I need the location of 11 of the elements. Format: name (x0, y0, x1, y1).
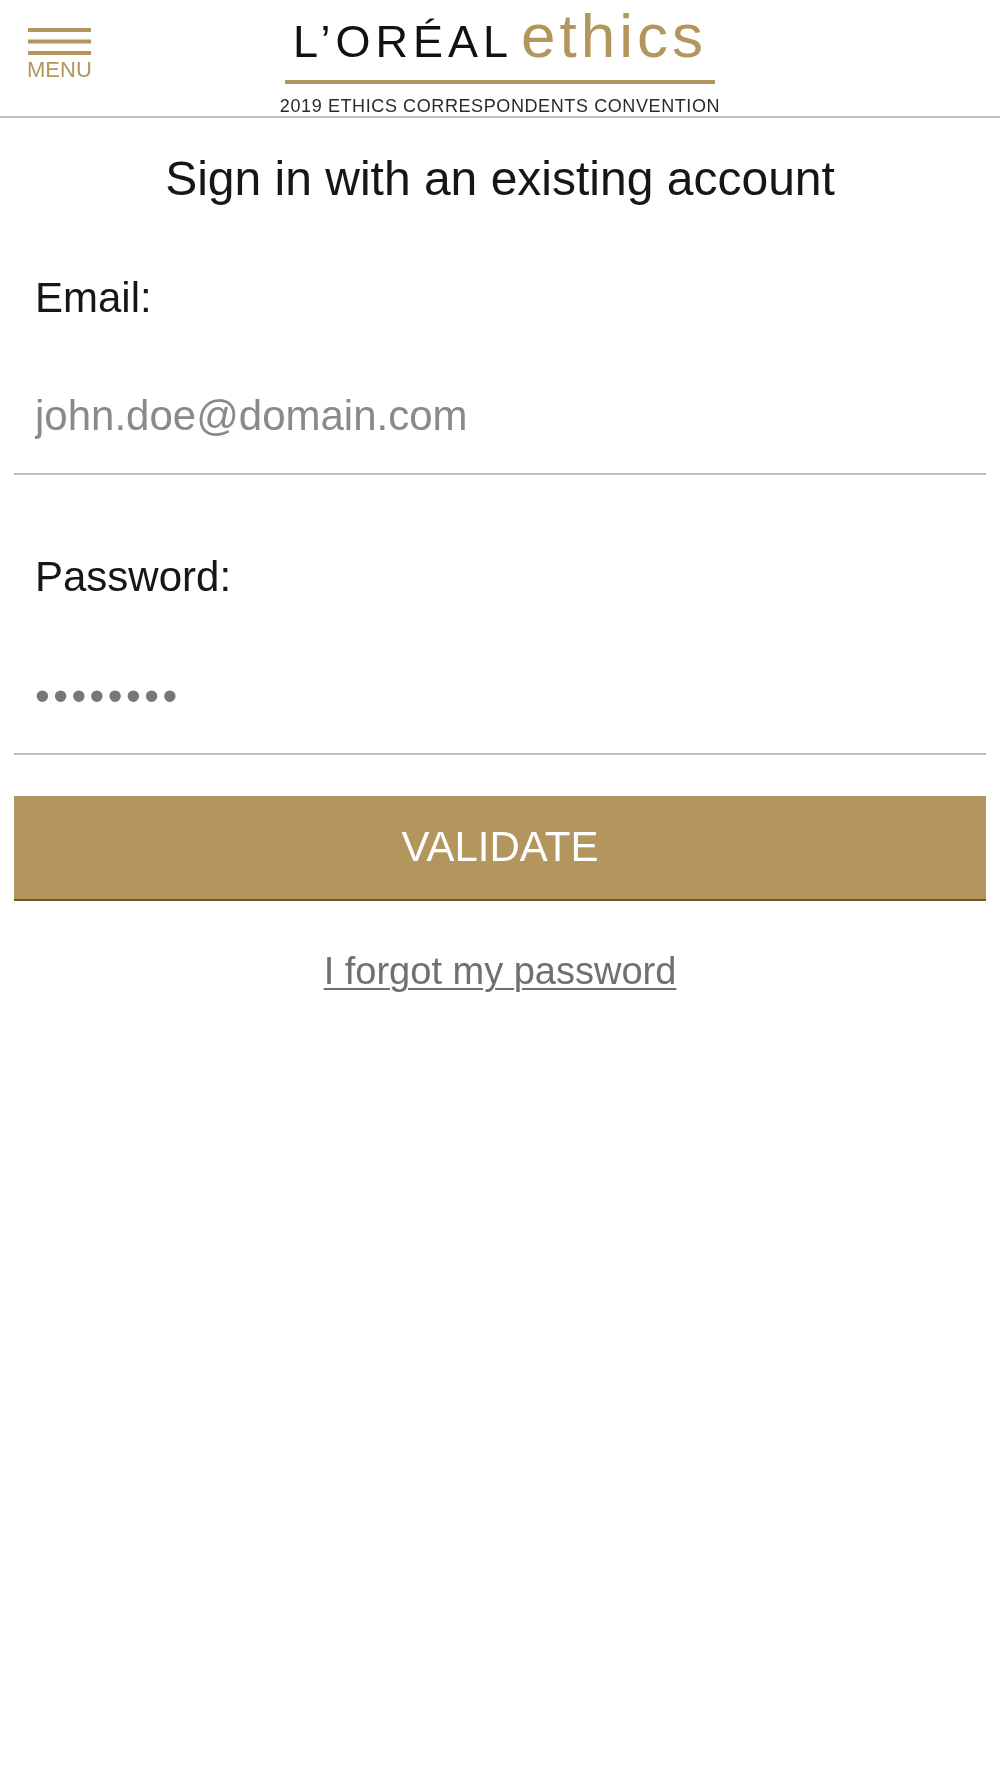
email-label: Email: (34, 272, 153, 323)
validate-button[interactable]: VALIDATE (14, 796, 986, 902)
brand-wordmark: L’ORÉAL (292, 19, 514, 64)
logo-word: ethics (521, 5, 708, 67)
logo-subtitle: 2019 ETHICS CORRESPONDENTS CONVENTION (279, 97, 721, 115)
forgot-password-link[interactable]: I forgot my password (323, 949, 677, 995)
menu-button[interactable]: MENU (27, 28, 92, 81)
password-field[interactable]: •••••••• (14, 650, 986, 756)
page-title: Sign in with an existing account (164, 151, 836, 207)
password-label: Password: (34, 552, 233, 603)
menu-icon (27, 28, 91, 55)
